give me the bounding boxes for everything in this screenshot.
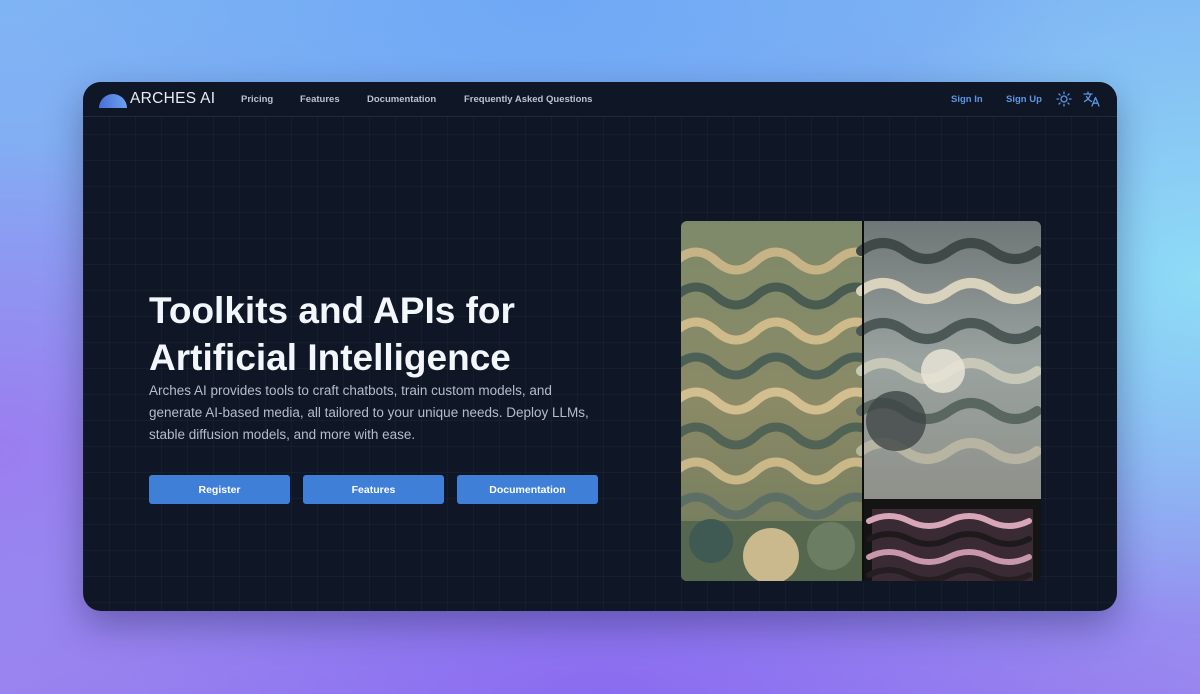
brand-name: ARCHES AI	[130, 90, 216, 107]
sign-up-link[interactable]: Sign Up	[1006, 94, 1042, 105]
register-button[interactable]: Register	[149, 475, 290, 504]
nav-link-documentation[interactable]: Documentation	[367, 94, 436, 105]
translate-icon[interactable]	[1083, 91, 1101, 107]
sun-icon[interactable]	[1056, 91, 1072, 107]
sign-in-link[interactable]: Sign In	[951, 94, 983, 105]
hero-title-line-2: Artificial Intelligence	[149, 337, 511, 378]
hero-title: Toolkits and APIs for Artificial Intelli…	[149, 287, 619, 381]
nav-link-pricing[interactable]: Pricing	[241, 94, 273, 105]
hero-description: Arches AI provides tools to craft chatbo…	[149, 383, 589, 442]
arch-logo-icon	[99, 94, 127, 108]
nav-link-faq[interactable]: Frequently Asked Questions	[464, 94, 592, 105]
top-navbar: ARCHES AI Pricing Features Documentation…	[83, 82, 1117, 117]
brand-logo[interactable]: ARCHES AI	[99, 90, 215, 108]
hero-title-line-1: Toolkits and APIs for	[149, 290, 515, 331]
artwork-gallery	[681, 221, 1041, 581]
browser-window: ARCHES AI Pricing Features Documentation…	[83, 82, 1117, 611]
nav-link-features[interactable]: Features	[300, 94, 340, 105]
features-button[interactable]: Features	[303, 475, 444, 504]
generated-artwork-image	[681, 221, 1041, 581]
documentation-button[interactable]: Documentation	[457, 475, 598, 504]
